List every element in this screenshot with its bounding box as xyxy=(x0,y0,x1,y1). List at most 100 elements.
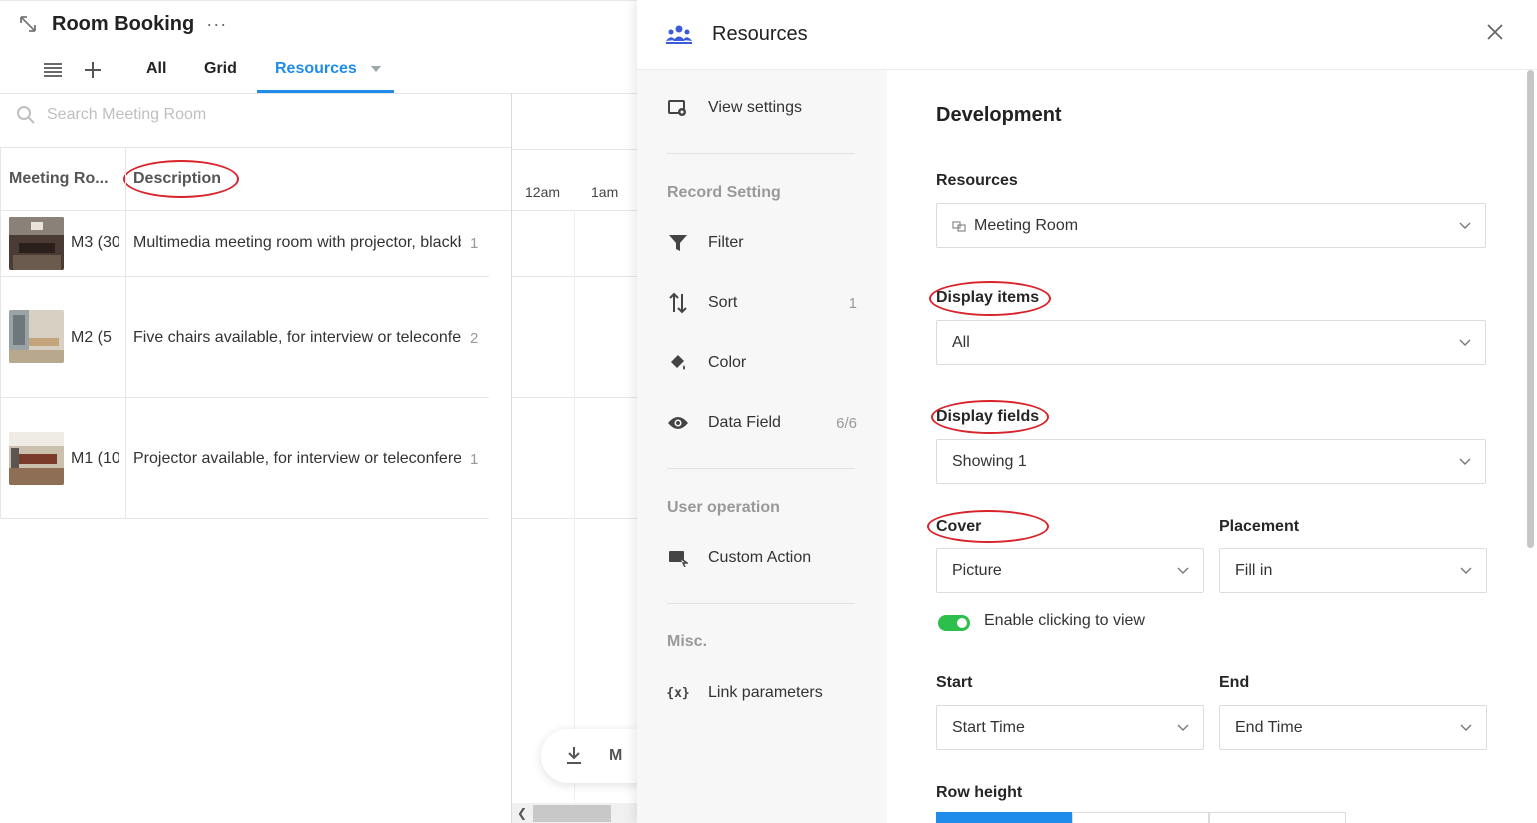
start-label: Start xyxy=(936,674,973,691)
app-title: Room Booking xyxy=(52,12,195,35)
start-select[interactable]: Start Time xyxy=(936,705,1204,750)
time-label: 12am xyxy=(525,184,561,200)
sort-count: 1 xyxy=(848,294,857,312)
display-fields-label: Display fields xyxy=(936,408,1040,425)
paint-bucket-icon xyxy=(667,352,689,374)
end-select[interactable]: End Time xyxy=(1219,705,1487,750)
room-thumbnail xyxy=(9,432,64,485)
column-header-meeting-room[interactable]: Meeting Ro... xyxy=(9,170,109,188)
divider xyxy=(512,276,640,277)
display-fields-select[interactable]: Showing 1 xyxy=(936,439,1486,484)
menu-list-icon[interactable] xyxy=(42,59,64,81)
row-height-option-selected[interactable] xyxy=(936,812,1072,823)
table-row[interactable]: M3 (30 Multimedia meeting room with proj… xyxy=(0,210,489,276)
tab-resources[interactable]: Resources xyxy=(275,60,357,78)
divider xyxy=(0,147,511,148)
chevron-down-icon xyxy=(1459,222,1471,229)
menu-item-data-field[interactable]: Data Field 6/6 xyxy=(667,411,857,435)
column-header-description[interactable]: Description xyxy=(133,170,221,188)
search-input[interactable] xyxy=(47,106,447,124)
vertical-scrollbar[interactable] xyxy=(1525,70,1537,823)
table-row[interactable]: M2 (5 Five chairs available, for intervi… xyxy=(0,277,489,397)
menu-divider xyxy=(667,468,855,469)
section-title: Development xyxy=(936,104,1062,126)
divider xyxy=(512,210,640,211)
data-field-count: 6/6 xyxy=(836,414,857,432)
table-row[interactable]: M1 (10 Projector available, for intervie… xyxy=(0,398,489,518)
section-user-operation: User operation xyxy=(667,499,780,516)
menu-item-filter[interactable]: Filter xyxy=(667,231,857,255)
cover-select[interactable]: Picture xyxy=(936,548,1204,593)
row-height-label: Row height xyxy=(936,784,1023,801)
settings-content: Development Resources Meeting Room Displ… xyxy=(887,70,1537,823)
timeline-divider xyxy=(511,93,512,823)
room-name: M2 (5 xyxy=(71,329,112,346)
scroll-left-icon[interactable]: ❮ xyxy=(517,806,527,820)
room-description: Five chairs available, for interview or … xyxy=(133,329,461,346)
menu-item-sort[interactable]: Sort 1 xyxy=(667,291,857,315)
chevron-down-icon xyxy=(1177,724,1189,731)
resources-people-icon xyxy=(666,25,692,44)
row-count: 1 xyxy=(470,451,479,468)
panel-title: Resources xyxy=(712,23,808,45)
chevron-down-icon xyxy=(1460,724,1472,731)
eye-icon xyxy=(667,412,689,434)
menu-divider xyxy=(667,603,855,604)
tab-grid[interactable]: Grid xyxy=(204,60,237,78)
tab-all[interactable]: All xyxy=(146,60,166,78)
title-row: Room Booking ··· xyxy=(18,11,227,37)
room-thumbnail xyxy=(9,310,64,363)
cover-label: Cover xyxy=(936,518,982,535)
download-icon[interactable] xyxy=(565,745,583,765)
room-name: M3 (30 xyxy=(71,234,119,251)
row-height-option[interactable] xyxy=(1209,812,1346,823)
menu-item-color[interactable]: Color xyxy=(667,351,857,375)
more-options-icon[interactable]: ··· xyxy=(206,14,227,35)
view-bar: All Grid Resources xyxy=(0,51,640,93)
room-booking-app: Room Booking ··· All Grid Resources Meet… xyxy=(0,0,661,823)
panel-header: Resources xyxy=(637,0,1537,70)
room-description: Projector available, for interview or te… xyxy=(133,450,461,467)
chevron-down-icon xyxy=(1459,458,1471,465)
expand-icon[interactable] xyxy=(18,14,38,34)
toggle-label: Enable clicking to view xyxy=(984,612,1145,629)
variable-braces-icon: {x} xyxy=(666,685,690,701)
toggle-knob xyxy=(957,618,967,628)
search-icon xyxy=(17,106,35,124)
menu-item-custom-action[interactable]: Custom Action xyxy=(667,546,857,570)
scrollbar-thumb[interactable] xyxy=(1527,70,1534,548)
placement-select[interactable]: Fill in xyxy=(1219,548,1487,593)
toolbar-label[interactable]: M xyxy=(609,747,622,765)
room-thumbnail xyxy=(9,217,64,270)
display-items-select[interactable]: All xyxy=(936,320,1486,365)
close-icon[interactable] xyxy=(1485,22,1505,42)
horizontal-scrollbar[interactable]: ❮ xyxy=(512,803,640,823)
hour-gridline xyxy=(574,210,575,803)
scrollbar-thumb[interactable] xyxy=(533,805,611,822)
settings-menu: View settings Record Setting Filter Sort… xyxy=(637,70,887,823)
divider xyxy=(512,149,640,150)
row-height-segmented-control xyxy=(936,812,1346,823)
room-name: M1 (10 xyxy=(71,450,119,467)
chevron-down-icon xyxy=(1460,567,1472,574)
resources-label: Resources xyxy=(936,172,1018,189)
divider xyxy=(512,397,640,398)
filter-icon xyxy=(667,232,689,254)
chevron-down-icon xyxy=(1177,567,1189,574)
resources-select[interactable]: Meeting Room xyxy=(936,203,1486,248)
end-label: End xyxy=(1219,674,1250,691)
menu-item-view-settings[interactable]: View settings xyxy=(667,96,857,120)
menu-item-link-parameters[interactable]: {x} Link parameters xyxy=(666,681,857,705)
view-settings-icon xyxy=(667,97,689,119)
divider xyxy=(0,93,640,94)
link-table-icon xyxy=(952,220,966,232)
divider xyxy=(0,518,489,519)
section-record-setting: Record Setting xyxy=(667,184,781,201)
row-height-option[interactable] xyxy=(1072,812,1209,823)
enable-click-toggle[interactable] xyxy=(938,615,970,631)
search-bar xyxy=(16,105,447,125)
tab-dropdown-icon[interactable] xyxy=(371,66,381,72)
add-view-icon[interactable] xyxy=(82,59,104,81)
room-description: Multimedia meeting room with projector, … xyxy=(133,234,461,251)
row-count: 2 xyxy=(470,330,479,347)
